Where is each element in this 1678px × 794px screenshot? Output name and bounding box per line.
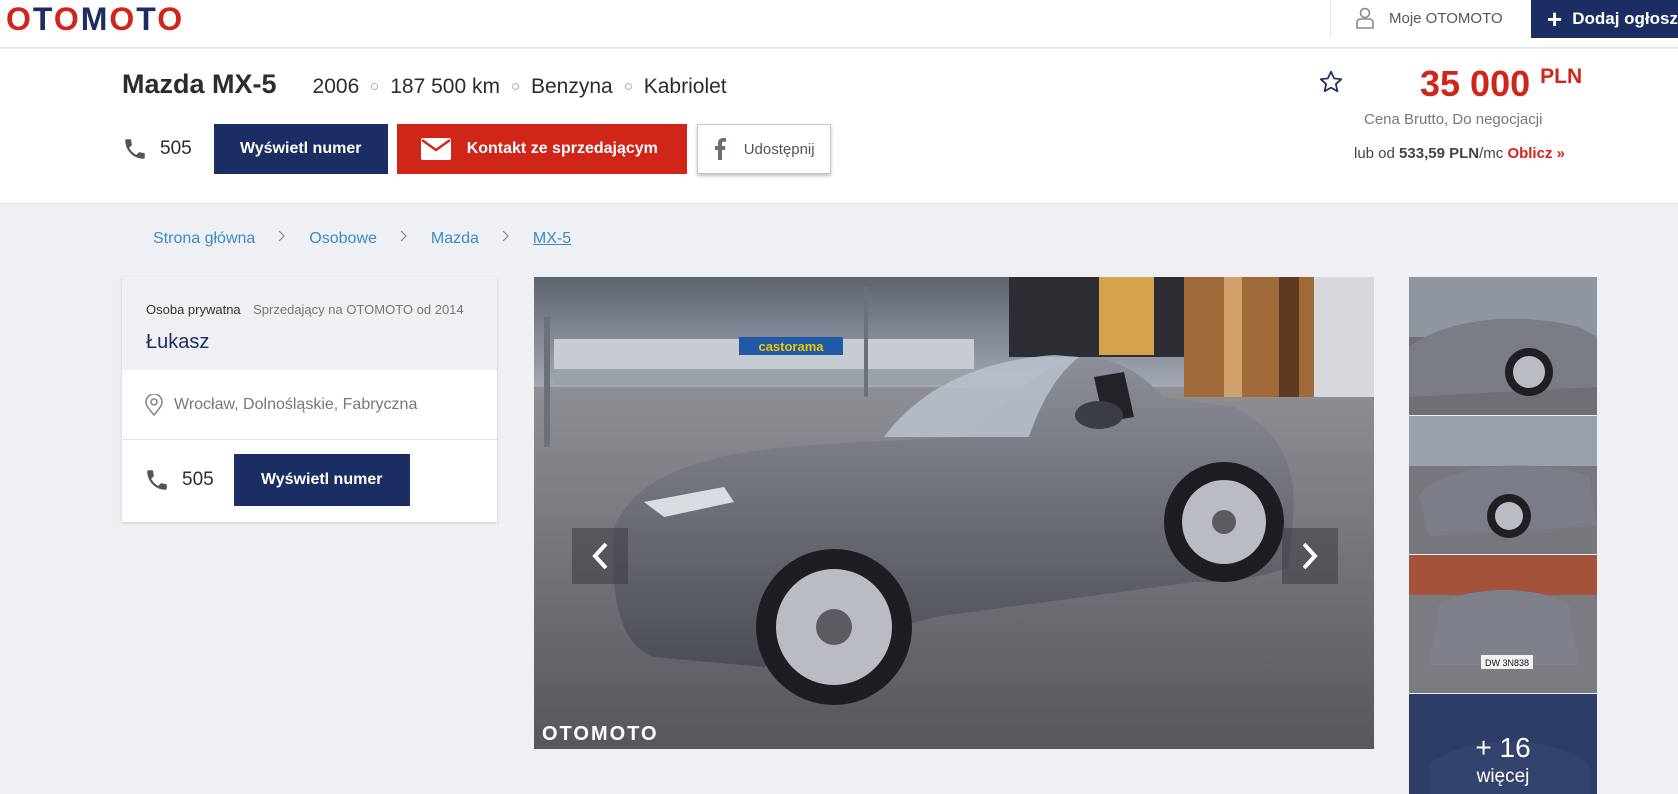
thumbnail-3[interactable]: DW 3N838 xyxy=(1409,555,1597,693)
chevron-right-icon xyxy=(278,231,286,241)
contact-seller-button[interactable]: Kontakt ze sprzedającym xyxy=(396,124,687,174)
more-photos-label: więcej xyxy=(1476,766,1530,787)
show-number-button[interactable]: Wyświetl numer xyxy=(213,124,388,174)
thumbnail-photo xyxy=(1409,416,1597,554)
otomoto-logo[interactable]: OTOMOTO xyxy=(6,2,184,36)
chevron-right-icon xyxy=(400,231,407,241)
price-note: Cena Brutto, Do negocjacji xyxy=(1364,111,1543,128)
seller-name: Łukasz xyxy=(146,331,210,353)
seller-info: Osoba prywatna Sprzedający na OTOMOTO od… xyxy=(122,277,497,370)
breadcrumb-model[interactable]: MX-5 xyxy=(533,230,571,248)
breadcrumb-make[interactable]: Mazda xyxy=(431,230,479,248)
financing-prefix: lub od xyxy=(1354,145,1400,162)
separator-dot xyxy=(371,83,379,90)
calculate-link[interactable]: Oblicz » xyxy=(1507,145,1565,162)
param-mileage: 187 500 km xyxy=(390,75,500,98)
financing-amount: 533,59 PLN xyxy=(1399,145,1480,162)
seller-card: Osoba prywatna Sprzedający na OTOMOTO od… xyxy=(122,277,497,522)
title-row: Mazda MX-5 2006 187 500 km Benzyna Kabri… xyxy=(122,69,727,100)
phone-icon xyxy=(147,470,167,490)
seller-location-label: Wrocław, Dolnośląskie, Fabryczna xyxy=(174,395,418,413)
main-photo[interactable]: castorama OTOMOTO xyxy=(534,277,1374,749)
more-photos-count: + 16 xyxy=(1475,732,1531,763)
price-currency: PLN xyxy=(1540,65,1583,88)
location-pin-icon xyxy=(145,393,163,416)
financing-suffix: /mc xyxy=(1479,145,1508,162)
param-fuel: Benzyna xyxy=(531,75,613,98)
seller-phone-prefix: 505 xyxy=(182,469,214,490)
param-year: 2006 xyxy=(312,75,360,98)
show-number-label: Wyświetl numer xyxy=(239,140,362,157)
seller-since: Sprzedający na OTOMOTO od 2014 xyxy=(253,302,464,317)
contact-row: 505 Wyświetl numer Kontakt ze sprzedając… xyxy=(122,124,831,174)
thumbnail-photo xyxy=(1409,277,1597,415)
separator-dot xyxy=(512,83,519,90)
contact-seller-label: Kontakt ze sprzedającym xyxy=(466,140,658,157)
plus-icon: + xyxy=(1547,4,1563,34)
prev-photo-button[interactable] xyxy=(572,528,628,584)
thumbnail-strip: DW 3N838 + 16 więcej xyxy=(1409,277,1597,794)
breadcrumb: Strona główna Osobowe Mazda MX-5 xyxy=(153,230,571,248)
seller-contact-row: 505 Wyświetl numer xyxy=(122,440,497,520)
share-button[interactable]: Udostępnij xyxy=(696,124,831,174)
seller-location[interactable]: Wrocław, Dolnośląskie, Fabryczna xyxy=(122,370,497,440)
param-body: Kabriolet xyxy=(643,75,727,98)
breadcrumb-home[interactable]: Strona główna xyxy=(153,230,255,248)
chevron-right-icon xyxy=(1302,542,1318,570)
share-label: Udostępnij xyxy=(743,140,815,158)
price: 35 000 PLN xyxy=(1420,63,1582,105)
next-photo-button[interactable] xyxy=(1282,528,1338,584)
thumbnail-photo: DW 3N838 xyxy=(1409,555,1597,693)
seller-show-number-label: Wyświetl numer xyxy=(260,471,383,488)
phone-icon xyxy=(125,139,145,159)
breadcrumb-category[interactable]: Osobowe xyxy=(309,230,377,248)
envelope-icon xyxy=(420,138,451,160)
price-value: 35 000 xyxy=(1420,63,1531,104)
my-account-label: Moje OTOMOTO xyxy=(1389,9,1503,27)
thumbnail-2[interactable] xyxy=(1409,416,1597,554)
seller-show-number-button[interactable]: Wyświetl numer xyxy=(233,454,410,506)
top-navbar: OTOMOTO Moje OTOMOTO + Dodaj ogłosz xyxy=(0,0,1678,48)
financing-info: lub od 533,59 PLN/mc Oblicz » xyxy=(1354,145,1565,162)
seller-type: Osoba prywatna xyxy=(146,302,241,317)
store-sign-text: castorama xyxy=(758,339,824,354)
car-photo: castorama xyxy=(534,277,1374,749)
listing-header: Mazda MX-5 2006 187 500 km Benzyna Kabri… xyxy=(0,49,1678,204)
facebook-icon xyxy=(714,138,726,160)
thumbnail-more[interactable]: + 16 więcej xyxy=(1409,694,1597,794)
add-listing-label: Dodaj ogłosz xyxy=(1572,9,1678,28)
add-listing-button[interactable]: + Dodaj ogłosz xyxy=(1531,0,1678,38)
my-account-link[interactable]: Moje OTOMOTO xyxy=(1330,0,1503,36)
chevron-right-icon xyxy=(502,231,509,241)
separator-dot xyxy=(624,83,632,90)
favorite-star-icon[interactable] xyxy=(1318,69,1344,95)
phone-prefix: 505 xyxy=(160,138,192,159)
photo-watermark: OTOMOTO xyxy=(542,723,659,745)
listing-title: Mazda MX-5 xyxy=(122,69,277,99)
more-photos-overlay: + 16 więcej xyxy=(1409,694,1597,794)
thumbnail-1[interactable] xyxy=(1409,277,1597,415)
license-plate-text: DW 3N838 xyxy=(1485,658,1529,668)
user-icon xyxy=(1356,7,1374,29)
chevron-left-icon xyxy=(592,542,608,570)
